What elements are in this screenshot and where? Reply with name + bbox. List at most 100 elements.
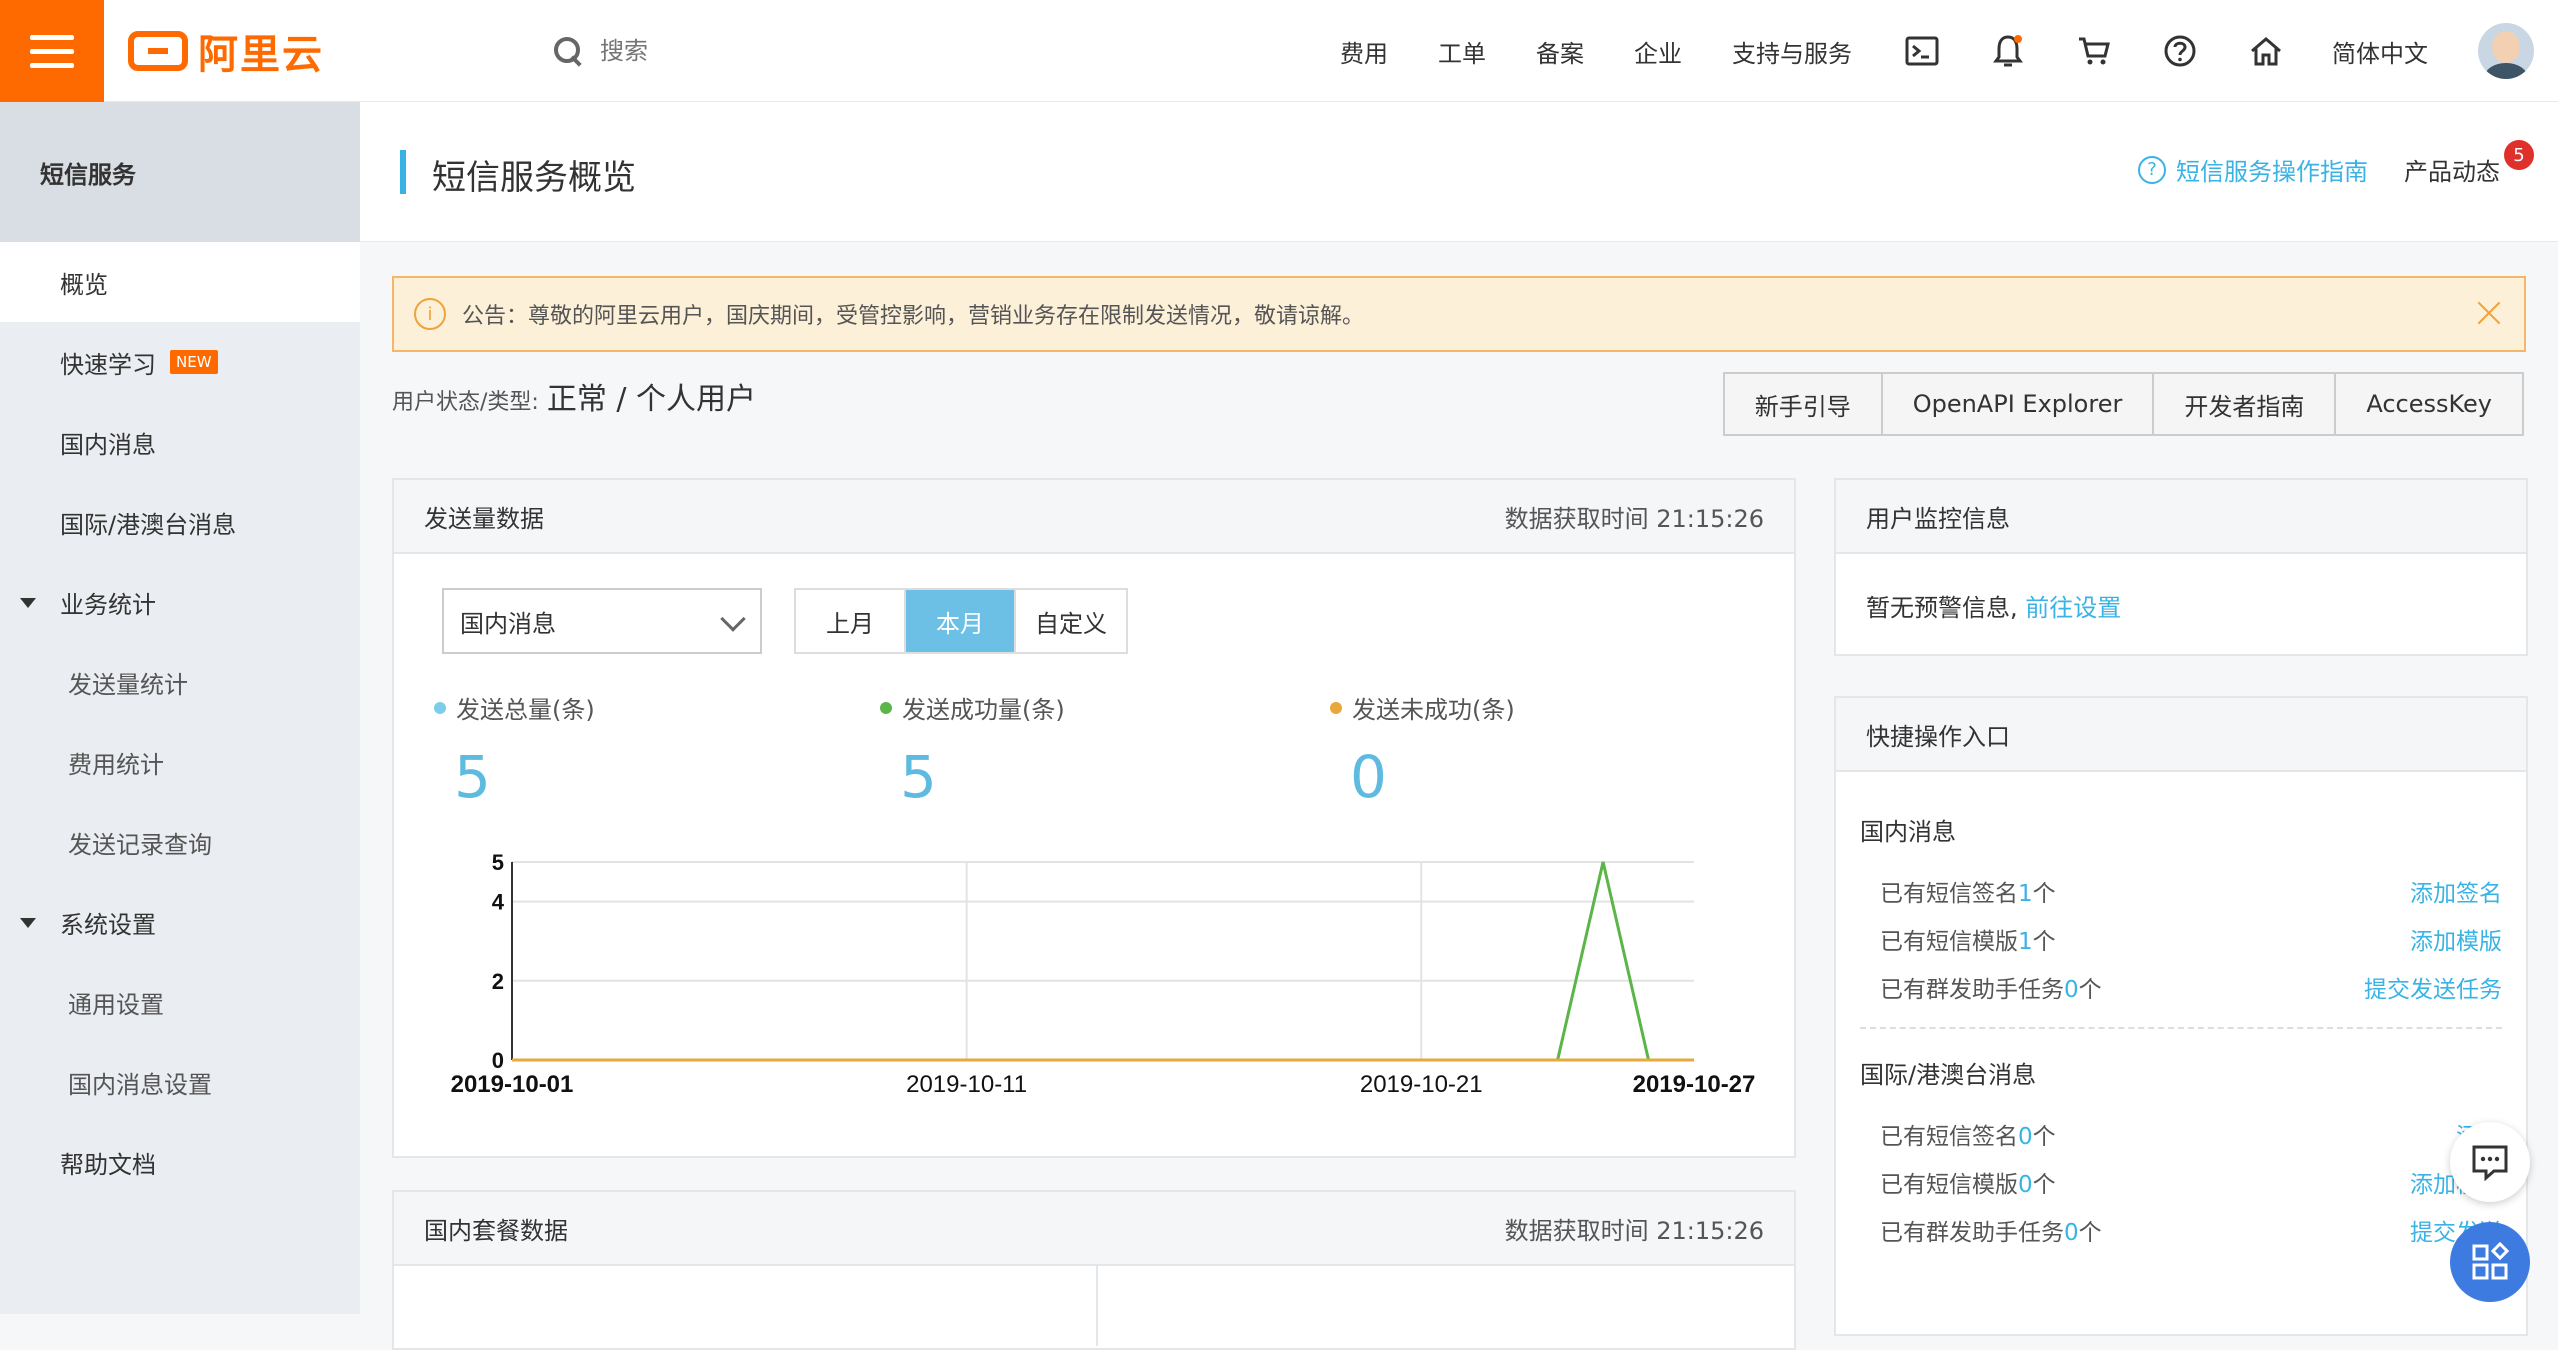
row-count: 1: [2018, 929, 2033, 955]
stat-failed: 发送未成功(条) 0: [1330, 690, 1515, 811]
cart-icon[interactable]: [2074, 31, 2114, 71]
panel-header: 快捷操作入口: [1836, 698, 2526, 772]
list-item: 已有短信模版1个 添加模版: [1836, 915, 2526, 963]
sidebar-item-domestic[interactable]: 国内消息: [0, 402, 360, 482]
apps-grid-icon: [2472, 1242, 2510, 1280]
message-type-select[interactable]: 国内消息: [442, 588, 762, 654]
submit-task-link[interactable]: 提交发送任务: [2364, 970, 2502, 1004]
sidebar-group-settings[interactable]: 系统设置: [0, 882, 360, 962]
row-count: 0: [2018, 1172, 2033, 1198]
page-title: 短信服务概览: [432, 158, 636, 198]
sidebar-item-label: 国内消息设置: [68, 1070, 212, 1099]
y-tick-label: 0: [492, 1048, 504, 1073]
select-value: 国内消息: [460, 609, 556, 638]
avatar[interactable]: [2478, 23, 2534, 79]
stat-success: 发送成功量(条) 5: [880, 690, 1065, 811]
section-title: 国际/港澳台消息: [1860, 1061, 2037, 1089]
sidebar-item-label: 业务统计: [60, 590, 156, 619]
main-content: 短信服务概览 ? 短信服务操作指南 产品动态 5 i 公告：尊敬的阿里云用户，国…: [360, 102, 2558, 1350]
sidebar-group-statistics[interactable]: 业务统计: [0, 562, 360, 642]
row-unit: 个: [2032, 1172, 2056, 1198]
list-item: 已有群发助手任务0个 提交发送: [1836, 1206, 2526, 1254]
nav-support[interactable]: 支持与服务: [1732, 34, 1852, 69]
language-switch[interactable]: 简体中文: [2332, 34, 2428, 69]
search-icon[interactable]: [552, 35, 584, 67]
panel-header: 发送量数据 数据获取时间 21:15:26: [394, 480, 1794, 554]
guide-link-label: 短信服务操作指南: [2176, 158, 2368, 186]
go-settings-link[interactable]: 前往设置: [2025, 594, 2121, 622]
sidebar-item-label: 通用设置: [68, 990, 164, 1019]
sidebar-item-label: 帮助文档: [60, 1150, 156, 1179]
terminal-icon[interactable]: [1902, 31, 1942, 71]
row-count: 0: [2064, 977, 2079, 1003]
send-volume-chart: 0 2 4 5 2019-10-01 2019-10-11 2019-10-21 2019-1…: [451, 850, 1756, 1098]
bell-icon[interactable]: [1988, 31, 2028, 71]
sidebar-item-label: 发送量统计: [68, 670, 188, 699]
panel-title: 用户监控信息: [1866, 504, 2010, 533]
stat-value: 5: [900, 743, 937, 811]
last-month-button[interactable]: 上月: [796, 590, 906, 652]
search-input[interactable]: [598, 36, 998, 66]
nav-icp[interactable]: 备案: [1536, 34, 1584, 69]
sidebar-item-cost-stats[interactable]: 费用统计: [0, 722, 360, 802]
row-label: 已有短信模版: [1880, 1172, 2018, 1198]
sidebar-item-send-records[interactable]: 发送记录查询: [0, 802, 360, 882]
panel-header: 用户监控信息: [1836, 480, 2526, 554]
sidebar-item-help-docs[interactable]: 帮助文档: [0, 1122, 360, 1202]
divider: [1096, 1266, 1098, 1346]
section-title: 国内消息: [1860, 818, 1956, 846]
close-icon[interactable]: [2472, 296, 2506, 330]
menu-icon[interactable]: [0, 0, 104, 102]
chat-icon: [2472, 1145, 2508, 1181]
chat-button[interactable]: [2450, 1122, 2530, 1202]
row-unit: 个: [2078, 1220, 2102, 1246]
stat-label: 发送未成功(条): [1352, 696, 1515, 724]
home-icon[interactable]: [2246, 31, 2286, 71]
custom-range-button[interactable]: 自定义: [1016, 590, 1126, 652]
logo[interactable]: 阿里云: [128, 24, 324, 78]
row-count: 1: [2018, 881, 2033, 907]
accesskey-button[interactable]: AccessKey: [2336, 374, 2522, 434]
legend-dot: [880, 701, 892, 714]
guide-link[interactable]: ? 短信服务操作指南: [2138, 152, 2368, 187]
add-signature-link[interactable]: 添加签名: [2410, 874, 2502, 908]
add-template-link[interactable]: 添加模版: [2410, 922, 2502, 956]
notification-dot: [2014, 35, 2022, 43]
legend-dot: [434, 701, 446, 714]
sidebar-item-overview[interactable]: 概览: [0, 242, 360, 322]
openapi-explorer-button[interactable]: OpenAPI Explorer: [1882, 374, 2155, 434]
nav-enterprise[interactable]: 企业: [1634, 34, 1682, 69]
news-count-badge: 5: [2504, 140, 2534, 170]
sidebar-item-domestic-settings[interactable]: 国内消息设置: [0, 1042, 360, 1122]
row-label: 已有短信签名: [1880, 1124, 2018, 1150]
sidebar-item-quick-learn[interactable]: 快速学习 NEW: [0, 322, 360, 402]
this-month-button[interactable]: 本月: [906, 590, 1016, 652]
sidebar-item-international[interactable]: 国际/港澳台消息: [0, 482, 360, 562]
list-item: 已有短信模版0个 添加模版: [1836, 1158, 2526, 1206]
product-news-link[interactable]: 产品动态: [2404, 152, 2500, 187]
panel-title: 国内套餐数据: [424, 1216, 568, 1245]
beginner-guide-button[interactable]: 新手引导: [1724, 374, 1883, 434]
help-icon[interactable]: [2160, 31, 2200, 71]
row-label: 已有短信签名: [1880, 881, 2018, 907]
developer-guide-button[interactable]: 开发者指南: [2154, 374, 2337, 434]
question-icon: ?: [2138, 155, 2166, 184]
stat-value: 5: [454, 743, 491, 811]
x-tick-label: 2019-10-11: [906, 1071, 1027, 1098]
notice-text: 公告：尊敬的阿里云用户，国庆期间，受管控影响，营销业务存在限制发送情况，敬请谅解…: [462, 304, 1365, 329]
row-unit: 个: [2078, 977, 2102, 1003]
caret-down-icon: [20, 918, 36, 928]
row-unit: 个: [2032, 881, 2056, 907]
apps-button[interactable]: [2450, 1222, 2530, 1302]
list-item: 已有群发助手任务0个 提交发送任务: [1836, 963, 2526, 1011]
sidebar-item-send-stats[interactable]: 发送量统计: [0, 642, 360, 722]
nav-cost[interactable]: 费用: [1340, 34, 1388, 69]
search-box[interactable]: [552, 28, 998, 74]
nav-ticket[interactable]: 工单: [1438, 34, 1486, 69]
aliyun-logo-icon: [128, 31, 188, 71]
sidebar-item-general-settings[interactable]: 通用设置: [0, 962, 360, 1042]
list-item: 已有短信签名1个 添加签名: [1836, 867, 2526, 915]
x-tick-label: 2019-10-21: [1360, 1071, 1483, 1098]
stat-label: 发送总量(条): [456, 696, 595, 724]
panel-header: 国内套餐数据 数据获取时间 21:15:26: [394, 1192, 1794, 1266]
